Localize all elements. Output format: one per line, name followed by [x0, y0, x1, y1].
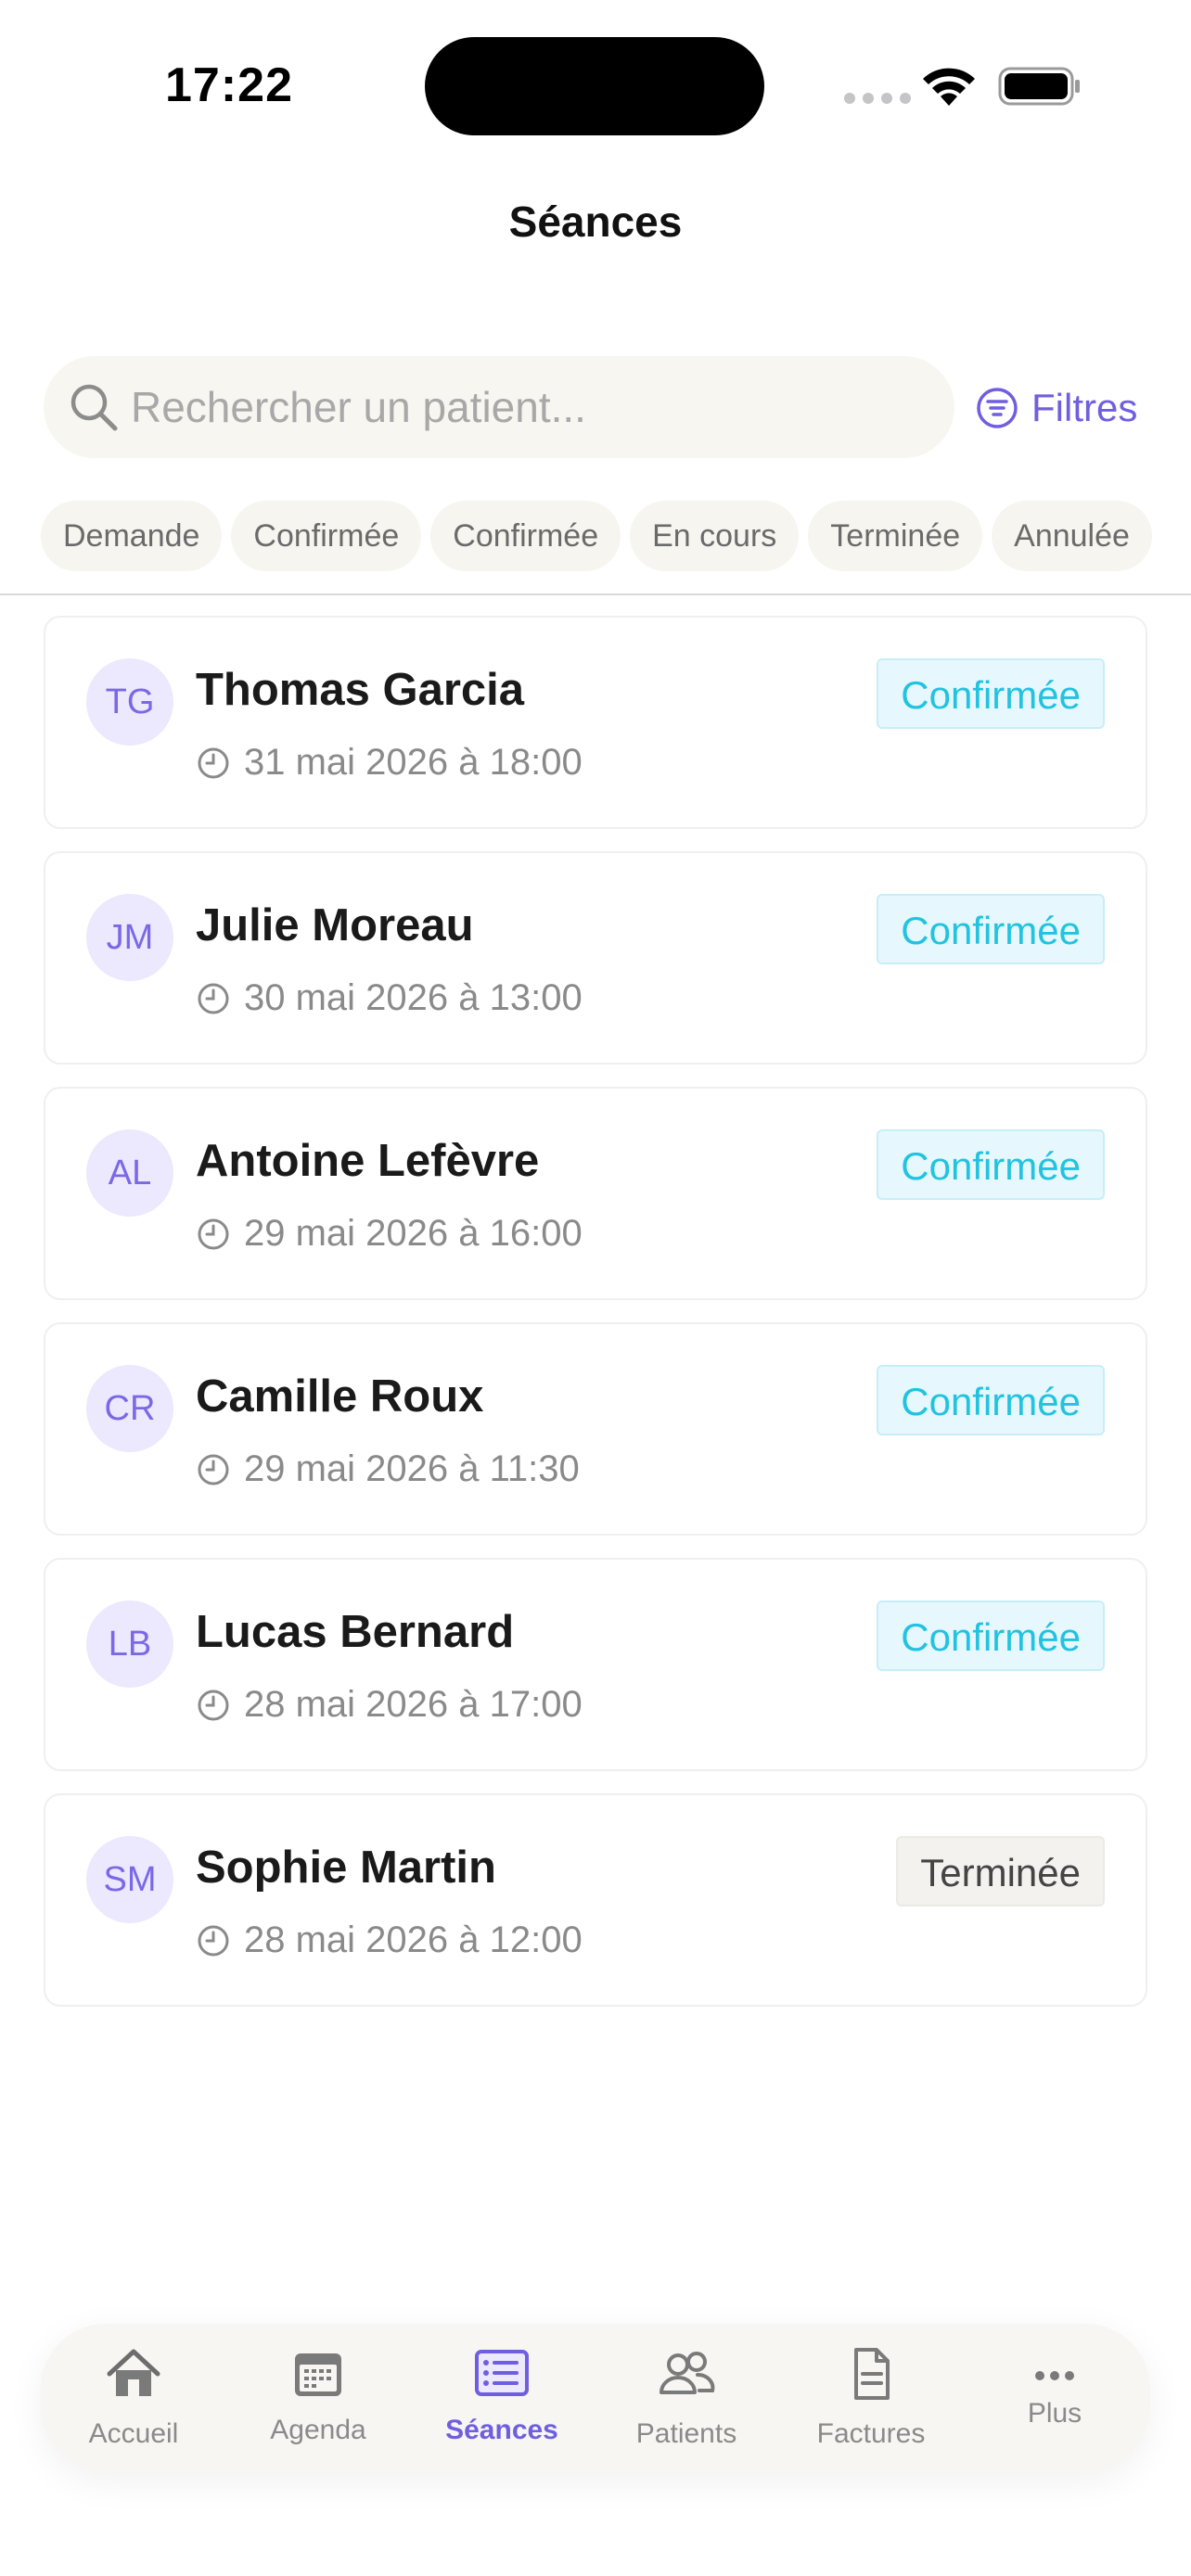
- patient-name: Julie Moreau: [196, 900, 474, 950]
- home-icon: [107, 2349, 160, 2396]
- more-icon: [1035, 2371, 1074, 2380]
- session-card[interactable]: LB Lucas Bernard 28 mai 2026 à 17:00 Con…: [44, 1558, 1147, 1771]
- status-badge: Terminée: [896, 1836, 1105, 1906]
- tab-bar: Accueil Agenda Séances Patients Factures…: [41, 2324, 1150, 2472]
- wifi-icon: [923, 68, 975, 106]
- status-badge: Confirmée: [877, 1365, 1105, 1435]
- chip-annulee[interactable]: Annulée: [992, 501, 1152, 571]
- search-input[interactable]: [131, 375, 928, 440]
- tab-agenda[interactable]: Agenda: [230, 2324, 406, 2472]
- clock-icon: [198, 1690, 229, 1720]
- filter-icon: [977, 388, 1018, 428]
- session-card[interactable]: CR Camille Roux 29 mai 2026 à 11:30 Conf…: [44, 1322, 1147, 1536]
- patient-name: Thomas Garcia: [196, 665, 525, 715]
- page-title: Séances: [508, 198, 683, 246]
- session-datetime: 28 mai 2026 à 17:00: [196, 1684, 583, 1726]
- tab-factures[interactable]: Factures: [783, 2324, 959, 2472]
- tab-plus[interactable]: Plus: [967, 2324, 1143, 2472]
- status-badge: Confirmée: [877, 1129, 1105, 1200]
- clock-icon: [198, 747, 229, 778]
- session-datetime-text: 28 mai 2026 à 12:00: [244, 1919, 583, 1960]
- chip-confirmee[interactable]: Confirmée: [231, 501, 422, 571]
- avatar: SM: [86, 1836, 173, 1923]
- session-datetime-text: 29 mai 2026 à 11:30: [244, 1448, 580, 1489]
- cellular-signal-icon: [844, 93, 911, 104]
- sessions-list: TG Thomas Garcia 31 mai 2026 à 18:00 Con…: [44, 616, 1147, 2029]
- filters-button[interactable]: Filtres: [976, 380, 1137, 436]
- patient-name: Sophie Martin: [196, 1843, 496, 1893]
- patient-name: Lucas Bernard: [196, 1607, 515, 1657]
- tab-label: Accueil: [88, 2418, 179, 2449]
- session-datetime-text: 31 mai 2026 à 18:00: [244, 742, 583, 783]
- session-datetime: 28 mai 2026 à 12:00: [196, 1919, 583, 1961]
- tab-patients[interactable]: Patients: [598, 2324, 775, 2472]
- divider: [0, 593, 1191, 595]
- clock-icon: [198, 983, 229, 1014]
- status-badge: Confirmée: [877, 894, 1105, 964]
- users-icon: [660, 2352, 715, 2394]
- status-bar: 17:22: [0, 0, 1191, 167]
- calendar-icon: [295, 2353, 341, 2396]
- session-datetime: 29 mai 2026 à 16:00: [196, 1213, 583, 1255]
- avatar: CR: [86, 1365, 173, 1452]
- status-filter-chips: Demande Confirmée Confirmée En cours Terminé…: [41, 501, 1191, 571]
- session-datetime: 31 mai 2026 à 18:00: [196, 742, 583, 784]
- status-badge: Confirmée: [877, 1600, 1105, 1671]
- tab-accueil[interactable]: Accueil: [45, 2324, 222, 2472]
- document-icon: [854, 2348, 890, 2400]
- avatar: LB: [86, 1600, 173, 1688]
- session-card[interactable]: TG Thomas Garcia 31 mai 2026 à 18:00 Con…: [44, 616, 1147, 829]
- session-datetime-text: 28 mai 2026 à 17:00: [244, 1684, 583, 1725]
- tab-seances[interactable]: Séances: [414, 2324, 590, 2472]
- clock-icon: [198, 1454, 229, 1485]
- status-badge: Confirmée: [877, 658, 1105, 729]
- chip-en-cours[interactable]: En cours: [630, 501, 800, 571]
- session-datetime-text: 30 mai 2026 à 13:00: [244, 977, 583, 1018]
- tab-label: Séances: [445, 2415, 558, 2445]
- battery-icon: [998, 67, 1080, 106]
- chip-terminee[interactable]: Terminée: [808, 501, 983, 571]
- filters-label: Filtres: [1031, 386, 1138, 429]
- search-bar[interactable]: [44, 356, 954, 458]
- session-datetime: 29 mai 2026 à 11:30: [196, 1448, 580, 1490]
- tab-label: Factures: [816, 2418, 926, 2449]
- clock-icon: [198, 1218, 229, 1249]
- list-icon: [475, 2350, 529, 2396]
- tab-label: Patients: [635, 2418, 737, 2449]
- session-card[interactable]: SM Sophie Martin 28 mai 2026 à 12:00 Ter…: [44, 1793, 1147, 2007]
- chip-confirmee-2[interactable]: Confirmée: [430, 501, 621, 571]
- patient-name: Camille Roux: [196, 1371, 484, 1422]
- chip-demande[interactable]: Demande: [41, 501, 223, 571]
- avatar: JM: [86, 894, 173, 981]
- status-time: 17:22: [165, 58, 293, 112]
- tab-label: Plus: [1027, 2398, 1082, 2429]
- session-card[interactable]: AL Antoine Lefèvre 29 mai 2026 à 16:00 C…: [44, 1087, 1147, 1300]
- patient-name: Antoine Lefèvre: [196, 1136, 540, 1186]
- dynamic-island: [425, 37, 764, 135]
- avatar: AL: [86, 1129, 173, 1217]
- search-icon: [70, 384, 118, 431]
- session-card[interactable]: JM Julie Moreau 30 mai 2026 à 13:00 Conf…: [44, 851, 1147, 1065]
- session-datetime: 30 mai 2026 à 13:00: [196, 977, 583, 1019]
- clock-icon: [198, 1925, 229, 1956]
- session-datetime-text: 29 mai 2026 à 16:00: [244, 1213, 583, 1254]
- tab-label: Agenda: [270, 2415, 366, 2445]
- avatar: TG: [86, 658, 173, 746]
